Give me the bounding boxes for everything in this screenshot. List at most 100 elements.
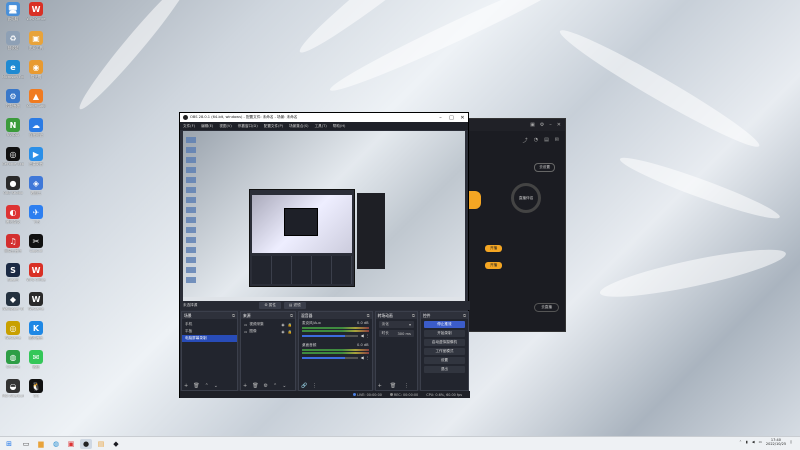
desktop-icon[interactable]: ☁ 百度网盘	[25, 118, 47, 138]
dock-float-icon[interactable]: ⧉	[367, 313, 370, 318]
desktop-icon[interactable]: e Microsoft Edge	[2, 60, 24, 79]
remove-source-icon[interactable]: 🗑	[252, 383, 258, 389]
desktop-icon[interactable]: ▣ 图片工具	[25, 31, 47, 51]
dock-float-icon[interactable]: ⧉	[412, 313, 415, 318]
menu-item[interactable]: 编辑(E)	[201, 124, 213, 129]
channel-menu-icon[interactable]: ⋮	[366, 333, 370, 338]
desktop-icon[interactable]: 🖥 此电脑	[2, 2, 24, 22]
obs-window[interactable]: OBS 28.0.1 (64-bit, windows) - 配置文件: 未命名…	[179, 112, 470, 398]
properties-button[interactable]: ⚙ 属性	[259, 302, 281, 309]
source-settings-icon[interactable]: ⚙	[264, 383, 268, 389]
control-button[interactable]: 设置	[423, 357, 465, 364]
start-live-button-1[interactable]: 开播	[485, 245, 503, 252]
volume-icon[interactable]: ◀	[752, 440, 755, 444]
window-close-icon[interactable]: ✕	[457, 115, 468, 121]
desktop-icon[interactable]: W WPS Office	[25, 2, 47, 21]
gift-icon[interactable]: ▤	[544, 137, 549, 144]
mixer-link-icon[interactable]: 🔗	[301, 383, 307, 389]
desktop-icon[interactable]: ◈ 看图王	[25, 176, 47, 196]
explorer-icon[interactable]: ▆	[35, 439, 47, 449]
menu-item[interactable]: 文件(F)	[183, 124, 195, 129]
channel-menu-icon[interactable]: ⋮	[366, 355, 370, 360]
source-item[interactable]: ▭ 视频采集 ◉ 🔒	[241, 321, 295, 328]
desktop-icon[interactable]: ◍ Chrome	[2, 350, 24, 369]
filters-button[interactable]: ▤ 滤镜	[283, 302, 306, 309]
minimize-icon[interactable]: –	[549, 122, 552, 128]
obs-taskbar-icon[interactable]: ●	[80, 438, 92, 449]
control-button[interactable]: 启动虚拟摄像机	[423, 339, 465, 346]
store-icon[interactable]: ▣	[65, 439, 77, 449]
add-source-icon[interactable]: +	[243, 383, 247, 389]
desktop-icon[interactable]: ✈ 飞书	[25, 205, 47, 225]
transition-menu-icon[interactable]: ⋮	[404, 383, 409, 389]
mute-icon[interactable]: ◀	[361, 333, 364, 338]
remove-transition-icon[interactable]: 🗑	[390, 383, 396, 389]
desktop-icon[interactable]: ♻ 回收站	[2, 31, 24, 51]
lock-icon[interactable]: 🔒	[288, 330, 292, 334]
menu-item[interactable]: 场景集合(S)	[289, 124, 308, 129]
app-taskbar-icon[interactable]: ▤	[95, 439, 107, 449]
window-maximize-icon[interactable]: □	[446, 115, 457, 121]
control-button[interactable]: 工作室模式	[423, 348, 465, 355]
taskview-icon[interactable]: ▭	[20, 439, 32, 449]
desktop-icon[interactable]: ◎ WeGame	[2, 321, 24, 340]
control-button[interactable]: 开始录制	[423, 330, 465, 337]
move-up-icon[interactable]: ⌃	[205, 383, 209, 389]
scene-item[interactable]: 电脑屏幕录制	[182, 335, 237, 342]
visibility-icon[interactable]: ◉	[281, 330, 284, 334]
desktop-icon[interactable]: W WPS Office	[25, 263, 47, 282]
desktop-icon[interactable]: ◉ 猫头鹰	[25, 60, 47, 80]
move-up-icon[interactable]: ⌃	[273, 383, 277, 389]
remove-scene-icon[interactable]: 🗑	[193, 383, 199, 389]
desktop-icon[interactable]: ● OBS Studio	[2, 176, 24, 195]
settings-badge[interactable]: 去设置	[534, 163, 555, 172]
scene-item[interactable]: 手机	[182, 321, 237, 328]
live-companion-window[interactable]: ▣ ⚙ – ✕ ⤴ ◔ ▤ ✉ 去设置 直播伴侣 开播 开播 去直播	[468, 118, 566, 332]
bell-icon[interactable]: ◔	[534, 137, 538, 144]
obs-preview[interactable]	[183, 131, 465, 301]
window-minimize-icon[interactable]: –	[435, 115, 446, 121]
clock[interactable]: 17:40 2022/10/25	[766, 438, 786, 446]
mute-icon[interactable]: ◀	[361, 355, 364, 360]
menu-item[interactable]: 帮助(H)	[333, 124, 346, 129]
desktop-icon[interactable]: ◆ Wallpaper Engine	[2, 292, 24, 311]
desktop-icon[interactable]: N NVIDIA	[2, 118, 24, 137]
tray-chevron-icon[interactable]: ⌃	[739, 440, 742, 444]
settings-icon[interactable]: ⚙	[540, 122, 544, 128]
desktop-icon[interactable]: ⚙ 控制面板	[2, 89, 24, 109]
mail-icon[interactable]: ✉	[555, 137, 559, 144]
add-transition-icon[interactable]: +	[378, 383, 382, 389]
live-ring[interactable]: 直播伴侣	[511, 183, 541, 213]
menu-item[interactable]: 视图(V)	[219, 124, 231, 129]
desktop-icon[interactable]: ◐ 腾讯会议	[2, 205, 24, 225]
desktop-icon[interactable]: K 酷狗音乐	[25, 321, 47, 341]
desktop-icon[interactable]: ▶ 迅雷影音	[25, 147, 47, 167]
desktop-icon[interactable]: ◒ MSI Afterburner	[2, 379, 24, 398]
add-scene-icon[interactable]: +	[184, 383, 188, 389]
desktop-icon[interactable]: ◎ GeForce Experience	[2, 147, 24, 166]
scene-item[interactable]: 平板	[182, 328, 237, 335]
control-button[interactable]: 退出	[423, 366, 465, 373]
go-live-button[interactable]: 去直播	[534, 303, 559, 312]
control-button[interactable]: 停止推流	[423, 321, 465, 328]
dock-float-icon[interactable]: ⧉	[290, 313, 293, 318]
battery-icon[interactable]: ▭	[759, 440, 762, 444]
volume-slider[interactable]	[301, 334, 358, 337]
orange-pill-left[interactable]	[469, 191, 481, 209]
notification-icon[interactable]: ▯	[790, 440, 792, 444]
start-icon[interactable]: ⊞	[3, 439, 15, 449]
share-icon[interactable]: ⤴	[523, 137, 528, 144]
desktop-icon[interactable]: ✂ CapCut	[25, 234, 47, 253]
dock-float-icon[interactable]: ⧉	[232, 313, 235, 318]
transition-duration[interactable]: 时长 300 ms	[378, 330, 414, 337]
start-live-button-2[interactable]: 开播	[485, 262, 503, 269]
edge-icon[interactable]: ◍	[50, 439, 62, 449]
menu-item[interactable]: 工具(T)	[315, 124, 327, 129]
transition-select[interactable]: 淡化 ▾	[378, 321, 414, 328]
live-companion-taskbar-icon[interactable]: ◆	[110, 439, 122, 449]
menu-item[interactable]: 配置文件(P)	[264, 124, 283, 129]
menu-item[interactable]: 停靠窗口(D)	[238, 124, 258, 129]
move-down-icon[interactable]: ⌄	[282, 383, 286, 389]
close-icon[interactable]: ✕	[557, 122, 561, 128]
desktop-icon[interactable]: S Steam	[2, 263, 24, 282]
